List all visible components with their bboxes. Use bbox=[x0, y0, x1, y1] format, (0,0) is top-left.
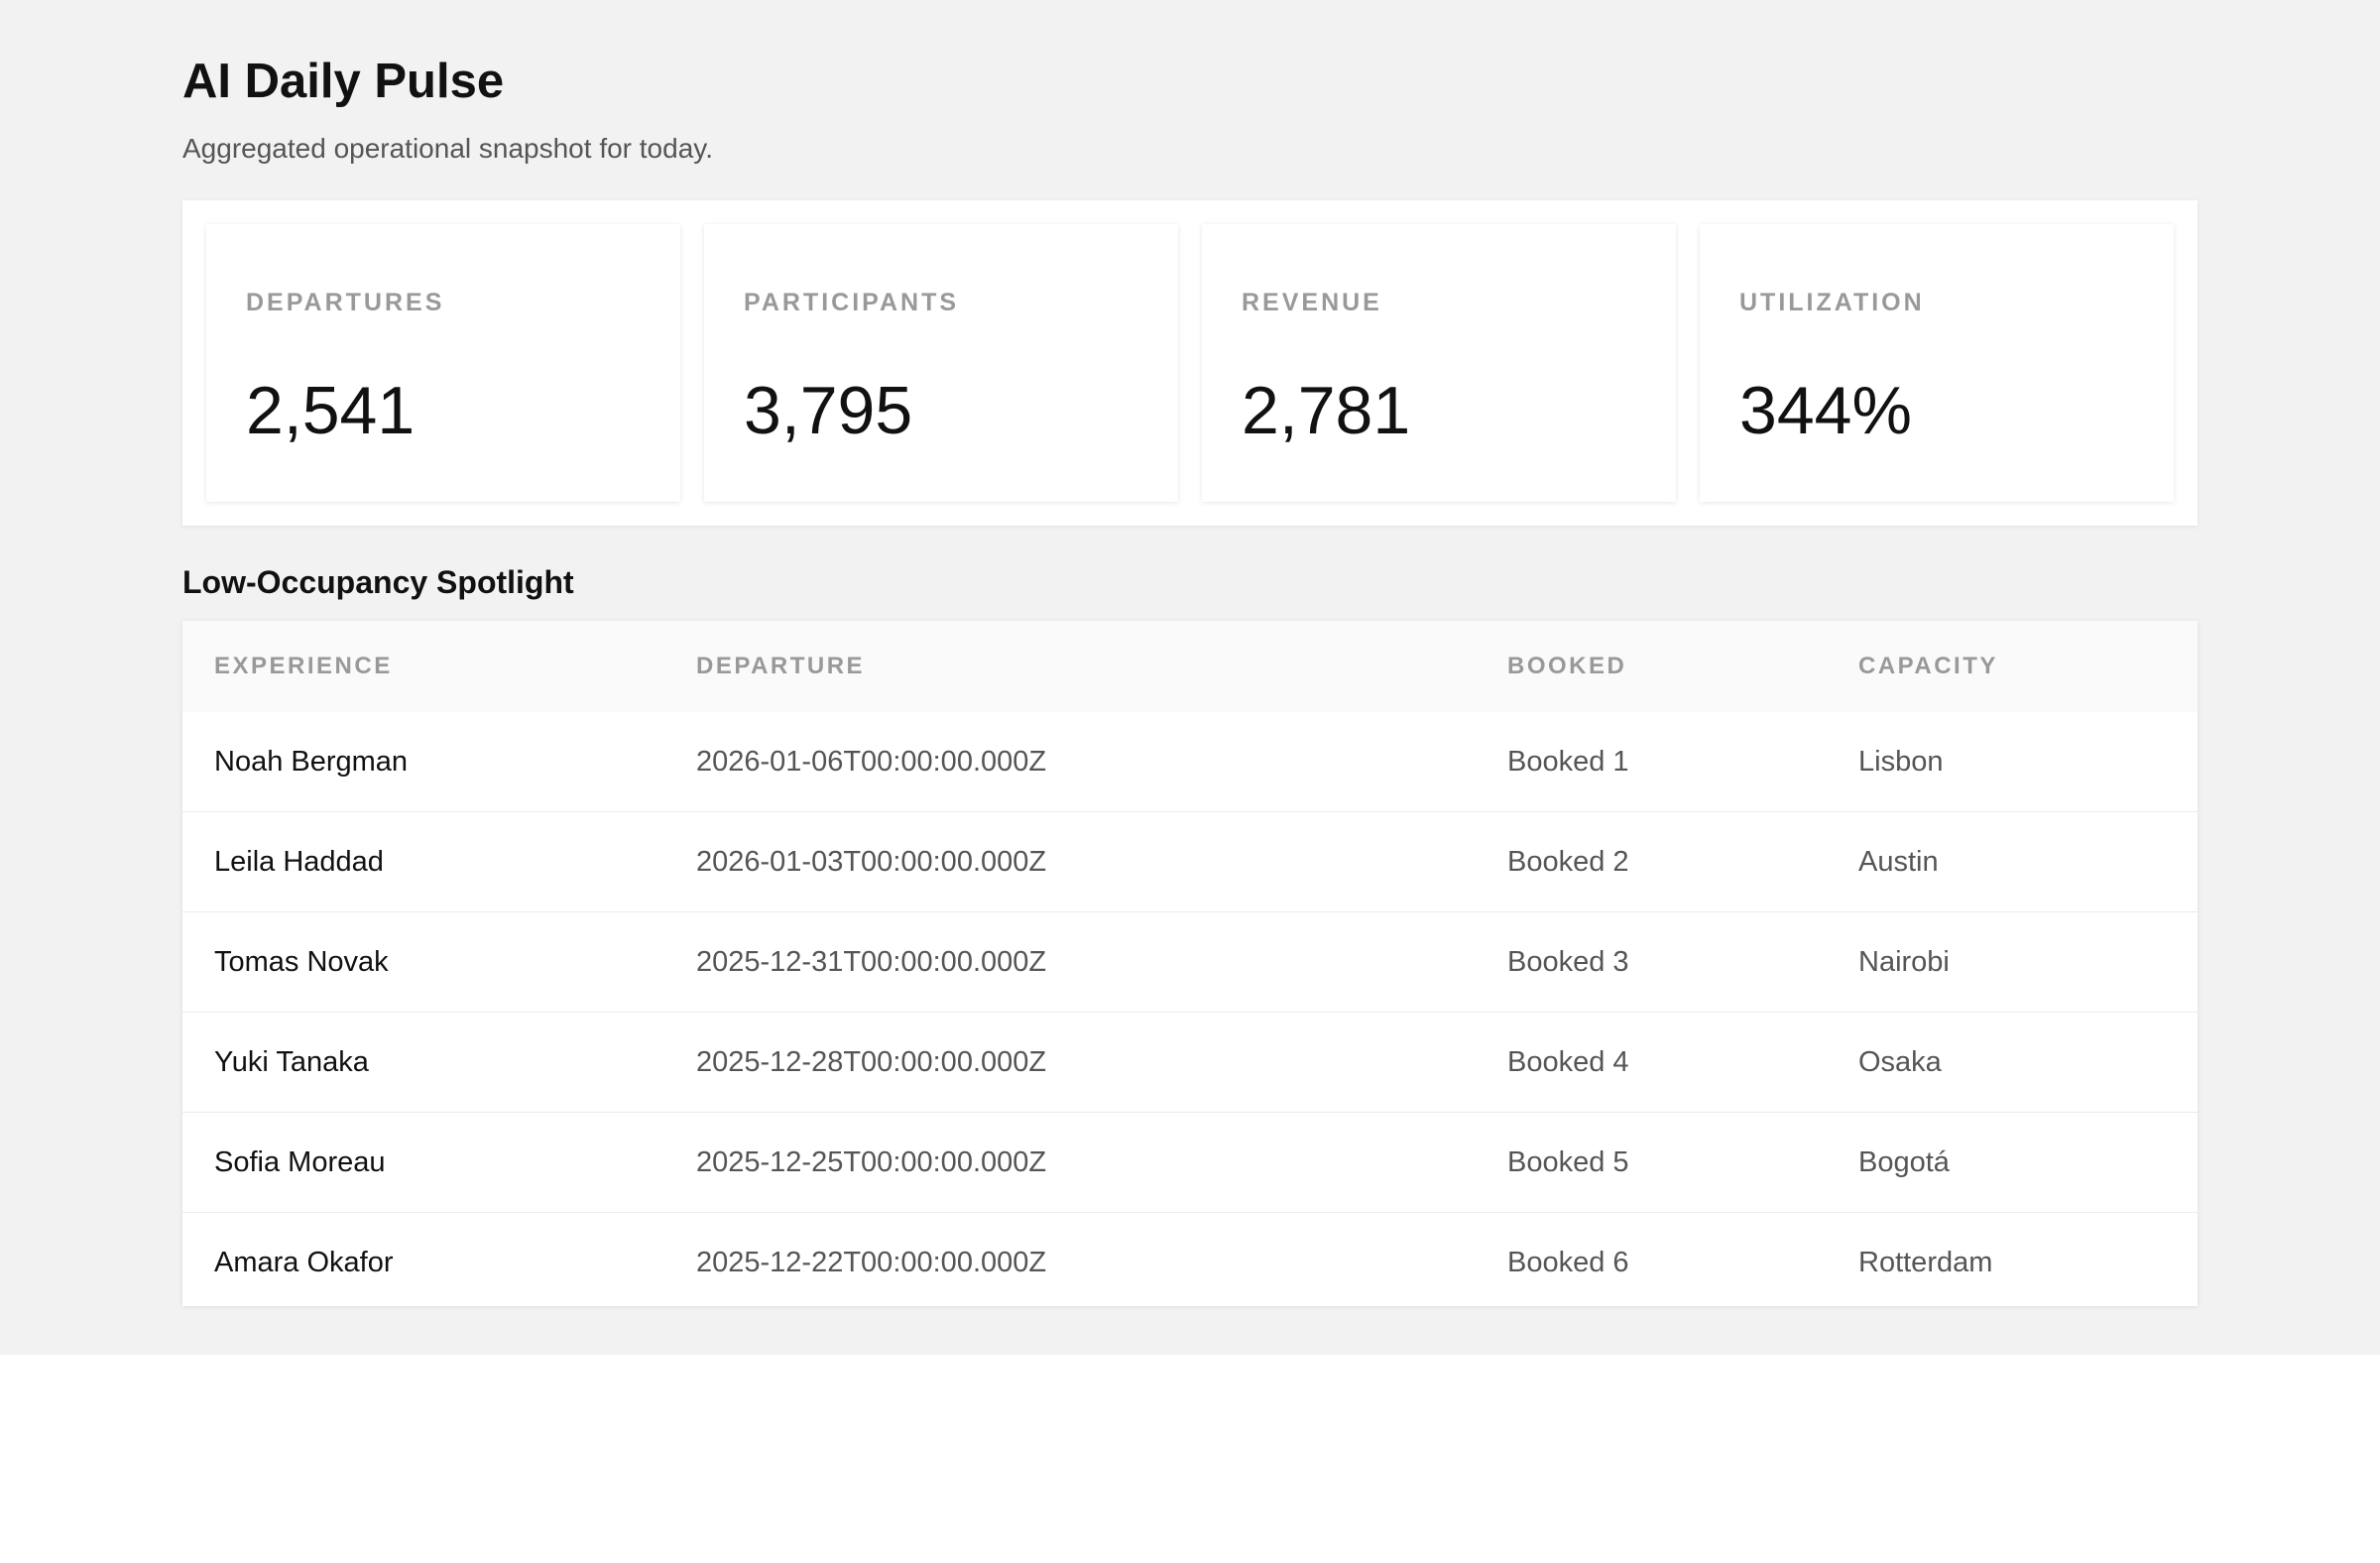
cell-booked: Booked 5 bbox=[1476, 1112, 1827, 1213]
cell-departure: 2025-12-25T00:00:00.000Z bbox=[664, 1112, 1476, 1213]
cell-booked: Booked 4 bbox=[1476, 1012, 1827, 1113]
kpi-value: 3,795 bbox=[744, 373, 913, 448]
cell-capacity: Nairobi bbox=[1827, 911, 2198, 1013]
cell-experience: Tomas Novak bbox=[182, 911, 664, 1013]
kpi-value: 344% bbox=[1739, 373, 1912, 448]
table-row: Leila Haddad 2026-01-03T00:00:00.000Z Bo… bbox=[182, 811, 2198, 912]
cell-departure: 2026-01-06T00:00:00.000Z bbox=[696, 745, 1047, 778]
dashboard-canvas: AI Daily Pulse Aggregated operational sn… bbox=[0, 0, 2380, 1355]
cell-experience: Amara Okafor bbox=[182, 1212, 664, 1312]
cell-booked: Booked 3 bbox=[1476, 911, 1827, 1013]
column-header-booked: BOOKED bbox=[1507, 653, 1627, 679]
kpi-card-departures: DEPARTURES 2,541 bbox=[206, 224, 680, 502]
cell-capacity: Rotterdam bbox=[1827, 1212, 2198, 1312]
kpi-card-utilization: UTILIZATION 344% bbox=[1700, 224, 2174, 502]
table-header-row: EXPERIENCE DEPARTURE BOOKED CAPACITY bbox=[182, 621, 2198, 712]
column-header-experience: EXPERIENCE bbox=[214, 653, 393, 679]
kpi-value: 2,541 bbox=[246, 373, 416, 448]
cell-experience: Yuki Tanaka bbox=[182, 1012, 664, 1113]
table-header: EXPERIENCE DEPARTURE BOOKED CAPACITY bbox=[182, 621, 2198, 712]
spotlight-table: EXPERIENCE DEPARTURE BOOKED CAPACITY Noa… bbox=[182, 621, 2198, 1312]
cell-departure: 2025-12-22T00:00:00.000Z bbox=[664, 1212, 1476, 1312]
cell-experience: Sofia Moreau bbox=[182, 1112, 664, 1213]
table-row: Noah Bergman 2026-01-06T00:00:00.000Z Bo… bbox=[182, 712, 2198, 812]
cell-experience: Noah Bergman bbox=[214, 745, 409, 778]
column-header-departure: DEPARTURE bbox=[696, 653, 866, 679]
spotlight-title: Low-Occupancy Spotlight bbox=[182, 564, 574, 600]
cell-capacity: Osaka bbox=[1827, 1012, 2198, 1113]
kpi-card-participants: PARTICIPANTS 3,795 bbox=[704, 224, 1178, 502]
table-body: Noah Bergman 2026-01-06T00:00:00.000Z Bo… bbox=[182, 712, 2198, 1312]
cell-booked: Booked 2 bbox=[1476, 811, 1827, 912]
column-header-capacity: CAPACITY bbox=[1858, 653, 1998, 679]
cell-departure: 2025-12-31T00:00:00.000Z bbox=[664, 911, 1476, 1013]
cell-capacity: Bogotá bbox=[1827, 1112, 2198, 1213]
cell-booked: Booked 1 bbox=[1507, 745, 1629, 778]
cell-capacity: Lisbon bbox=[1858, 745, 1944, 778]
kpi-label: UTILIZATION bbox=[1739, 289, 1925, 316]
table-row: Yuki Tanaka 2025-12-28T00:00:00.000Z Boo… bbox=[182, 1012, 2198, 1113]
spotlight-table-panel: EXPERIENCE DEPARTURE BOOKED CAPACITY Noa… bbox=[182, 621, 2198, 1312]
page-title: AI Daily Pulse bbox=[182, 55, 505, 108]
table-row: Sofia Moreau 2025-12-25T00:00:00.000Z Bo… bbox=[182, 1112, 2198, 1213]
table-row: Amara Okafor 2025-12-22T00:00:00.000Z Bo… bbox=[182, 1212, 2198, 1312]
kpi-card-revenue: REVENUE 2,781 bbox=[1202, 224, 1676, 502]
cell-booked: Booked 6 bbox=[1476, 1212, 1827, 1312]
page-subtitle: Aggregated operational snapshot for toda… bbox=[182, 133, 713, 164]
kpi-label: PARTICIPANTS bbox=[744, 289, 960, 316]
table-row: Tomas Novak 2025-12-31T00:00:00.000Z Boo… bbox=[182, 911, 2198, 1013]
cell-experience: Leila Haddad bbox=[182, 811, 664, 912]
cell-departure: 2026-01-03T00:00:00.000Z bbox=[664, 811, 1476, 912]
blank-page-area bbox=[0, 1355, 2380, 1563]
kpi-value: 2,781 bbox=[1242, 373, 1411, 448]
kpi-label: REVENUE bbox=[1242, 289, 1382, 316]
cell-departure: 2025-12-28T00:00:00.000Z bbox=[664, 1012, 1476, 1113]
kpi-label: DEPARTURES bbox=[246, 289, 445, 316]
cell-capacity: Austin bbox=[1827, 811, 2198, 912]
kpi-panel: DEPARTURES 2,541 PARTICIPANTS 3,795 REVE… bbox=[182, 200, 2198, 526]
